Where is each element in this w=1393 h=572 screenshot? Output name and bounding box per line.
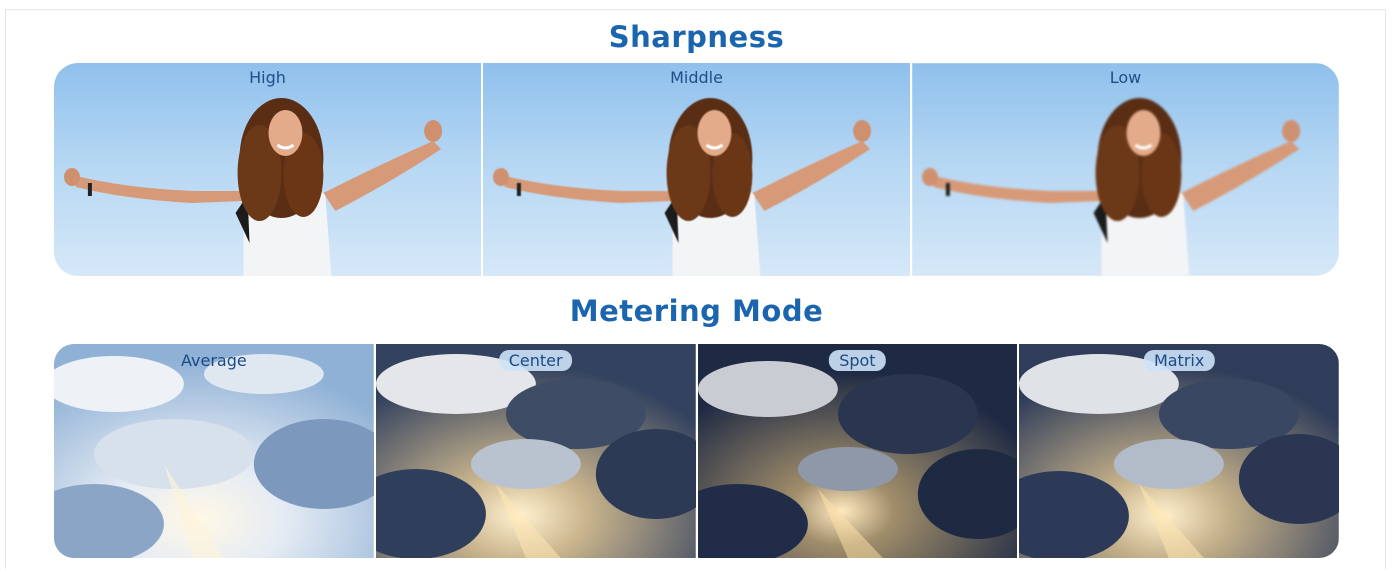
metering-panel-average: Average [54, 344, 374, 558]
metering-label-average: Average [181, 351, 247, 370]
woman-photo [921, 98, 1301, 276]
sharpness-label-high: High [249, 68, 286, 87]
cloud-photo [1019, 344, 1339, 558]
sharpness-title: Sharpness [608, 20, 785, 54]
sharpness-panel-high: High [54, 63, 481, 276]
metering-label-matrix: Matrix [1143, 350, 1215, 371]
metering-mode-title: Metering Mode [569, 294, 824, 328]
woman-photo [492, 98, 872, 276]
metering-panel-center: Center [373, 344, 696, 558]
sharpness-image-strip: High Middle Low [54, 63, 1339, 276]
sharpness-panel-middle: Middle [481, 63, 910, 276]
cloud-photo [375, 344, 696, 558]
metering-panel-spot: Spot [695, 344, 1018, 558]
sharpness-label-middle: Middle [670, 68, 723, 87]
metering-image-strip: Average Center Spot Matrix [54, 344, 1339, 558]
cloud-photo [697, 344, 1018, 558]
cloud-photo [54, 344, 374, 558]
metering-panel-matrix: Matrix [1017, 344, 1339, 558]
metering-label-spot: Spot [829, 350, 886, 371]
sharpness-label-low: Low [1109, 68, 1142, 87]
woman-photo [63, 98, 443, 276]
sharpness-panel-low: Low [910, 63, 1339, 276]
metering-label-center: Center [498, 350, 573, 371]
